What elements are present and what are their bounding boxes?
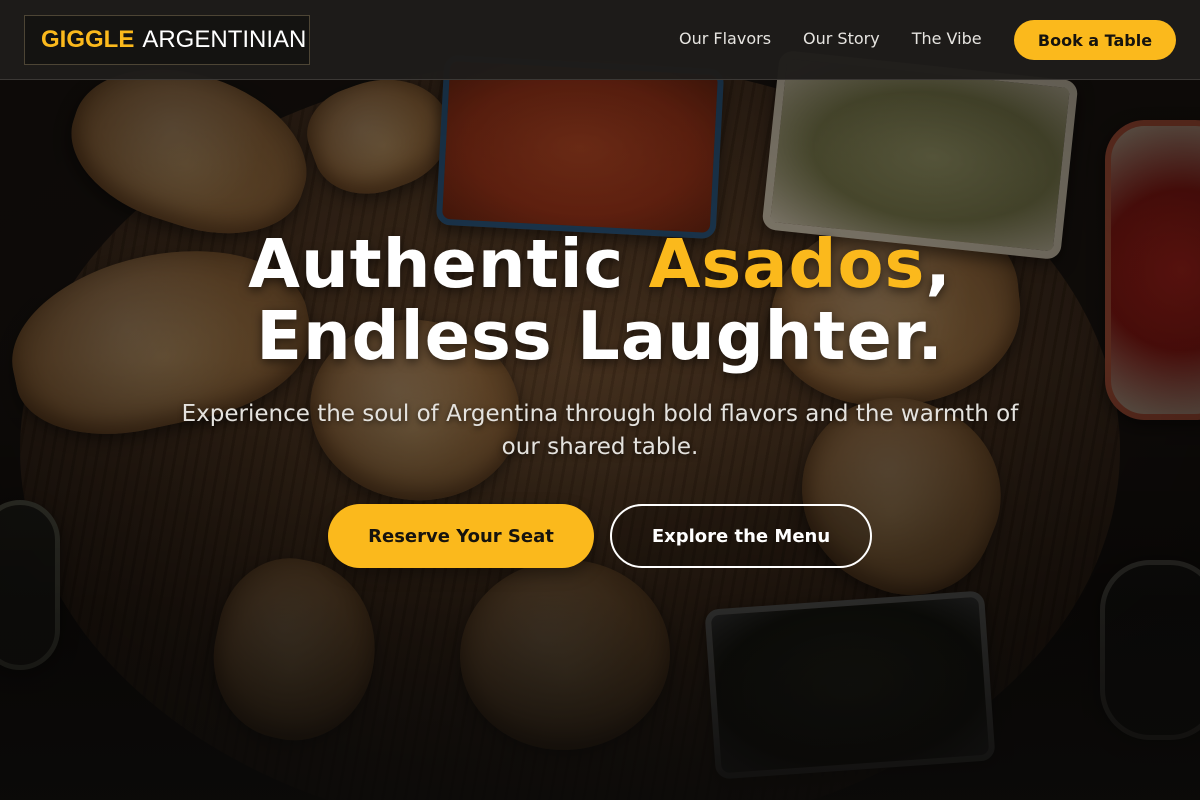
headline-line-two: Endless Laughter. [256, 297, 944, 375]
site-logo[interactable]: GIGGLE ARGENTINIAN [24, 15, 310, 65]
headline-comma: , [925, 225, 952, 303]
book-a-table-button[interactable]: Book a Table [1014, 20, 1176, 60]
nav-link-the-vibe[interactable]: The Vibe [912, 28, 982, 50]
headline-accent: Asados [648, 225, 926, 303]
hero-subheadline: Experience the soul of Argentina through… [181, 401, 1019, 460]
hero-headline: Authentic Asados, Endless Laughter. [0, 228, 1200, 372]
headline-text: Authentic [248, 225, 649, 303]
nav-link-our-flavors[interactable]: Our Flavors [679, 28, 771, 50]
nav-menu: Our Flavors Our Story The Vibe [679, 28, 982, 50]
logo-brand: GIGGLE [41, 26, 135, 53]
reserve-seat-button[interactable]: Reserve Your Seat [328, 504, 594, 568]
top-navigation: GIGGLE ARGENTINIAN Our Flavors Our Story… [0, 0, 1200, 80]
logo-subtitle: ARGENTINIAN [142, 26, 307, 53]
nav-link-our-story[interactable]: Our Story [803, 28, 880, 50]
explore-menu-button[interactable]: Explore the Menu [610, 504, 872, 568]
